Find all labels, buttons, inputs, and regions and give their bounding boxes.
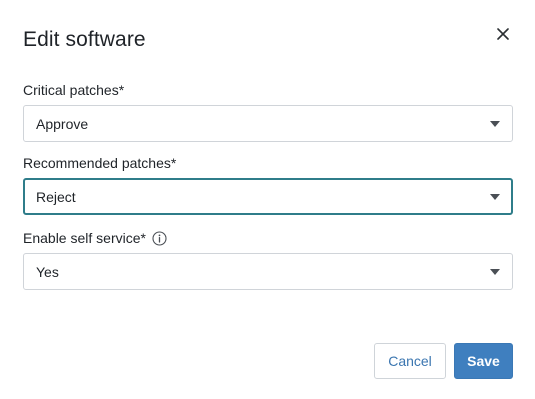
critical-patches-select[interactable]: Approve — [23, 105, 513, 142]
critical-patches-value: Approve — [36, 115, 89, 132]
recommended-patches-select[interactable]: Reject — [23, 178, 513, 215]
critical-patches-label: Critical patches* — [23, 82, 124, 98]
caret-down-icon — [490, 193, 500, 200]
edit-software-dialog: Edit software Critical patches* Approve … — [0, 0, 535, 399]
self-service-value: Yes — [36, 263, 59, 280]
recommended-patches-label-text: Recommended patches* — [23, 155, 177, 171]
self-service-label-text: Enable self service* — [23, 230, 146, 246]
cancel-button[interactable]: Cancel — [374, 343, 446, 379]
caret-down-icon — [490, 120, 500, 127]
close-icon[interactable] — [493, 24, 513, 44]
recommended-patches-value: Reject — [36, 188, 76, 205]
info-icon[interactable] — [152, 230, 167, 246]
self-service-select[interactable]: Yes — [23, 253, 513, 290]
recommended-patches-label: Recommended patches* — [23, 155, 176, 171]
caret-down-icon — [490, 268, 500, 275]
critical-patches-label-text: Critical patches* — [23, 82, 125, 98]
self-service-label: Enable self service* — [23, 230, 167, 246]
save-button[interactable]: Save — [454, 343, 513, 379]
dialog-title: Edit software — [23, 28, 146, 51]
